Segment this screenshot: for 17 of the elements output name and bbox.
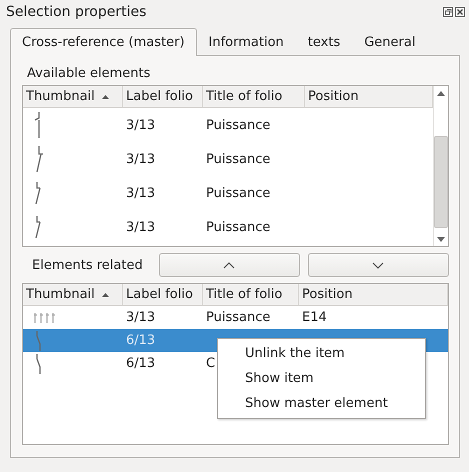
folio-title-cell-text: C (205, 356, 216, 371)
section-label: Available elements (26, 65, 152, 83)
label-folio-cell-text: 3/13 (125, 186, 156, 200)
folio-title-cell-text: Puissance (205, 310, 272, 325)
label-folio-cell-text: 6/13 (125, 356, 156, 371)
label-folio-cell-text: 3/13 (125, 118, 156, 132)
label-folio-cell-text: 3/13 (125, 220, 156, 234)
folio-title-cell-text: Puissance (205, 118, 272, 132)
folio-title-cell-text: Puissance (205, 220, 272, 234)
label-folio-cell-text: 6/13 (125, 333, 156, 348)
folio-title-cell-text: Puissance (205, 152, 272, 166)
label-folio-cell-text: 3/13 (125, 310, 156, 325)
section-label: Elements related (31, 258, 144, 272)
label-folio-cell-text: 3/13 (125, 152, 156, 166)
window-title: Selection properties (6, 4, 146, 20)
position-cell-text: E14 (301, 310, 328, 325)
folio-title-cell-text: Puissance (205, 186, 272, 200)
